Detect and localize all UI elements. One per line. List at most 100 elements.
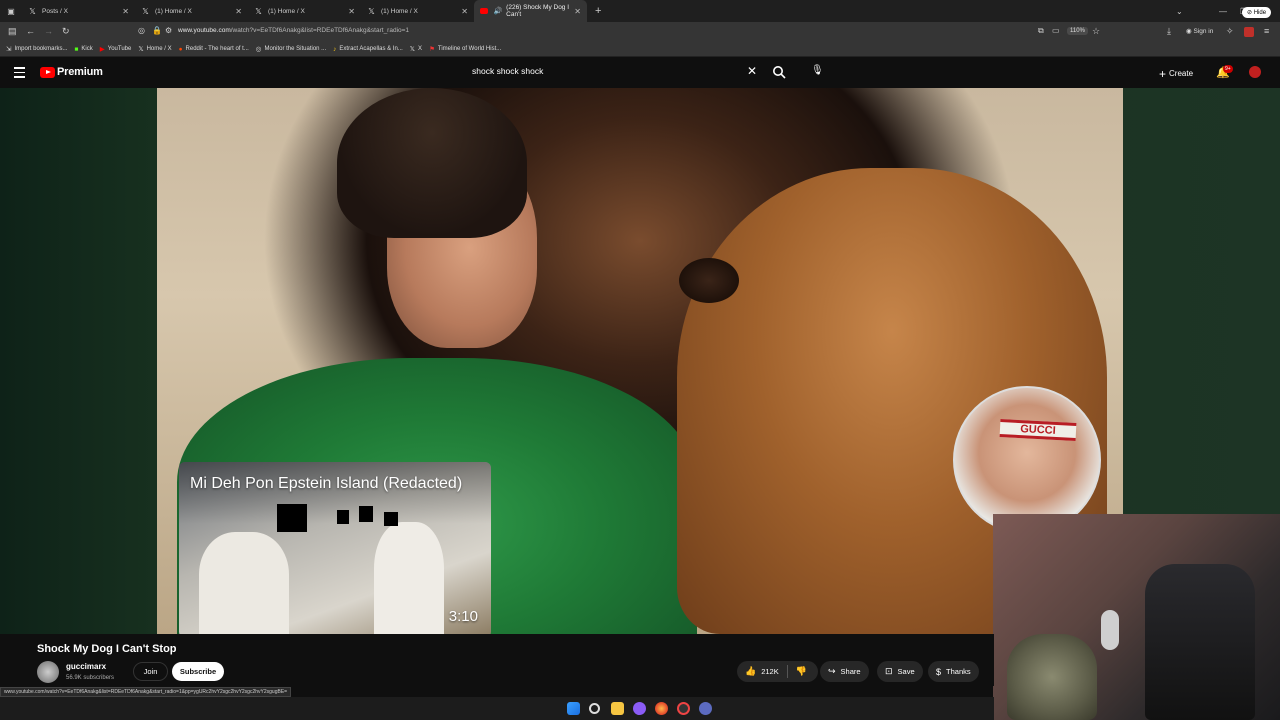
bookmark-item[interactable]: ♪ Extract Acapellas & In... <box>333 46 403 53</box>
thanks-button[interactable]: $ Thanks <box>928 661 979 682</box>
reload-icon[interactable]: ↻ <box>62 26 70 37</box>
browser-tab[interactable]: 𝕏 (1) Home / X ✕ <box>361 0 474 22</box>
reader-view-icon[interactable]: ▭ <box>1052 26 1060 35</box>
zoom-level[interactable]: 110% <box>1067 27 1088 35</box>
picture-in-picture-icon[interactable]: ⧉ <box>1038 26 1044 36</box>
clear-search-icon[interactable]: ✕ <box>747 64 757 78</box>
close-icon[interactable]: ✕ <box>122 7 129 16</box>
bookmark-item[interactable]: ◎ Monitor the Situation ... <box>256 45 326 53</box>
close-icon[interactable]: ✕ <box>461 7 468 16</box>
menu-icon[interactable]: ≡ <box>1264 26 1269 36</box>
create-button[interactable]: + Create <box>1159 67 1193 81</box>
hamburger-menu-icon[interactable] <box>14 67 25 81</box>
bookmark-label: Timeline of World Hist... <box>437 46 502 52</box>
browser-tab-strip: ▣ 𝕏 Posts / X ✕ 𝕏 (1) Home / X ✕ 𝕏 (1) H… <box>0 0 1280 22</box>
close-icon[interactable]: ✕ <box>574 7 581 16</box>
thanks-icon: $ <box>936 666 942 677</box>
browser-tab-active[interactable]: 🔊 (226) Shock My Dog I Can't ✕ <box>474 0 587 22</box>
channel-avatar[interactable] <box>37 661 59 683</box>
bookmark-item[interactable]: 𝕏X <box>410 45 422 53</box>
thumbs-down-icon[interactable]: 👎 <box>796 666 807 677</box>
tab-overview-icon[interactable]: ▣ <box>0 0 22 22</box>
ublock-icon[interactable] <box>1244 27 1254 37</box>
redaction-box <box>384 512 398 526</box>
download-icon[interactable]: ⤓ <box>1167 26 1171 37</box>
settings-gear-icon[interactable] <box>699 702 712 715</box>
save-label: Save <box>897 667 915 676</box>
browser-tab[interactable]: 𝕏 (1) Home / X ✕ <box>248 0 361 22</box>
firefox-icon[interactable] <box>655 702 668 715</box>
bookmark-label: Import bookmarks... <box>14 46 68 52</box>
join-button[interactable]: Join <box>133 662 168 681</box>
like-count[interactable]: 212K <box>761 667 779 676</box>
forward-icon[interactable]: → <box>44 26 53 36</box>
lock-icon[interactable]: 🔒 <box>152 26 162 35</box>
youtube-logo-icon[interactable] <box>40 67 55 78</box>
bookmark-item[interactable]: ■ Kick <box>74 46 92 53</box>
close-icon[interactable]: ✕ <box>235 7 242 16</box>
x-logo-icon: 𝕏 <box>29 6 36 16</box>
eye-off-icon: ⊘ <box>1247 10 1254 16</box>
save-button[interactable]: ⊡ Save <box>877 661 923 682</box>
obs-icon[interactable] <box>677 702 690 715</box>
search-icon[interactable] <box>589 703 600 714</box>
youtube-icon: ▶ <box>99 46 105 53</box>
gaming-chair <box>1145 564 1255 720</box>
file-explorer-icon[interactable] <box>611 702 624 715</box>
channel-name[interactable]: guccimarx <box>66 662 106 671</box>
speaker-icon[interactable]: 🔊 <box>493 7 502 15</box>
overlay-video-card[interactable]: Mi Deh Pon Epstein Island (Redacted) 3:1… <box>179 462 491 638</box>
redaction-box <box>337 510 349 524</box>
account-signin[interactable]: ◉ Sign in <box>1186 27 1213 35</box>
discord-icon[interactable] <box>633 702 646 715</box>
browser-tab[interactable]: 𝕏 (1) Home / X ✕ <box>135 0 248 22</box>
permissions-icon[interactable]: ⚙ <box>165 26 172 35</box>
bookmark-item[interactable]: ▶ YouTube <box>100 45 132 53</box>
bookmark-item[interactable]: ⇲ Import bookmarks... <box>6 45 67 53</box>
bookmark-item[interactable]: ● Reddit - The heart of t... <box>179 46 249 53</box>
card-figure <box>199 532 289 638</box>
monitor-icon: ◎ <box>255 46 262 53</box>
tab-label: (226) Shock My Dog I Can't <box>506 4 570 18</box>
bookmark-icon: ⊡ <box>885 666 893 676</box>
sidebar-icon[interactable]: ▤ <box>8 26 17 37</box>
user-avatar[interactable] <box>1249 66 1261 78</box>
bookmark-label: Kick <box>81 46 93 52</box>
bookmark-label: X <box>418 46 423 52</box>
extensions-icon[interactable]: ✧ <box>1226 26 1234 37</box>
back-icon[interactable]: ← <box>26 26 35 36</box>
card-figure <box>374 522 444 638</box>
hide-button[interactable]: ⊘ Hide <box>1242 7 1272 18</box>
bookmark-item[interactable]: 𝕏 Home / X <box>138 45 171 53</box>
redaction-box <box>359 506 373 522</box>
browser-nav-bar: ▤ ← → ↻ ◎ 🔒 ⚙ www.youtube.com/watch?v=Ee… <box>0 22 1280 42</box>
search-input[interactable]: shock shock shock <box>472 66 543 76</box>
star-icon[interactable]: ☆ <box>1092 26 1100 37</box>
close-icon[interactable]: ✕ <box>348 7 355 16</box>
shield-icon[interactable]: ◎ <box>138 26 145 35</box>
bookmark-item[interactable]: ⚑ Timeline of World Hist... <box>429 45 501 53</box>
minimize-button[interactable]: — <box>1219 0 1227 22</box>
create-label: Create <box>1169 69 1194 78</box>
windows-start-icon[interactable] <box>567 702 580 715</box>
url-field[interactable]: www.youtube.com/watch?v=EeTDf6Anakg&list… <box>178 27 409 34</box>
youtube-premium-label[interactable]: Premium <box>57 66 103 78</box>
headband-text: GUCCI <box>1019 423 1057 437</box>
x-logo-icon: 𝕏 <box>368 6 375 16</box>
like-dislike-group: 👍 212K 👎 <box>737 661 818 682</box>
kick-icon: ■ <box>74 45 79 53</box>
x-logo-icon: 𝕏 <box>255 6 262 16</box>
x-logo-icon: 𝕏 <box>138 46 144 53</box>
thumbs-up-icon[interactable]: 👍 <box>745 666 756 677</box>
browser-tab[interactable]: 𝕏 Posts / X ✕ <box>22 0 135 22</box>
microphone-icon[interactable]: 🎙 <box>811 65 824 76</box>
camo-figure <box>1007 634 1097 720</box>
dog-snout <box>679 258 739 303</box>
share-button[interactable]: ↪ Share <box>820 661 869 682</box>
search-icon[interactable] <box>772 65 786 79</box>
new-tab-button[interactable]: + <box>595 5 601 17</box>
braided-hair <box>337 88 527 238</box>
webcam-room-feed <box>993 514 1280 720</box>
subscribe-button[interactable]: Subscribe <box>172 662 224 681</box>
chevron-down-icon[interactable]: ⌄ <box>1176 0 1183 22</box>
